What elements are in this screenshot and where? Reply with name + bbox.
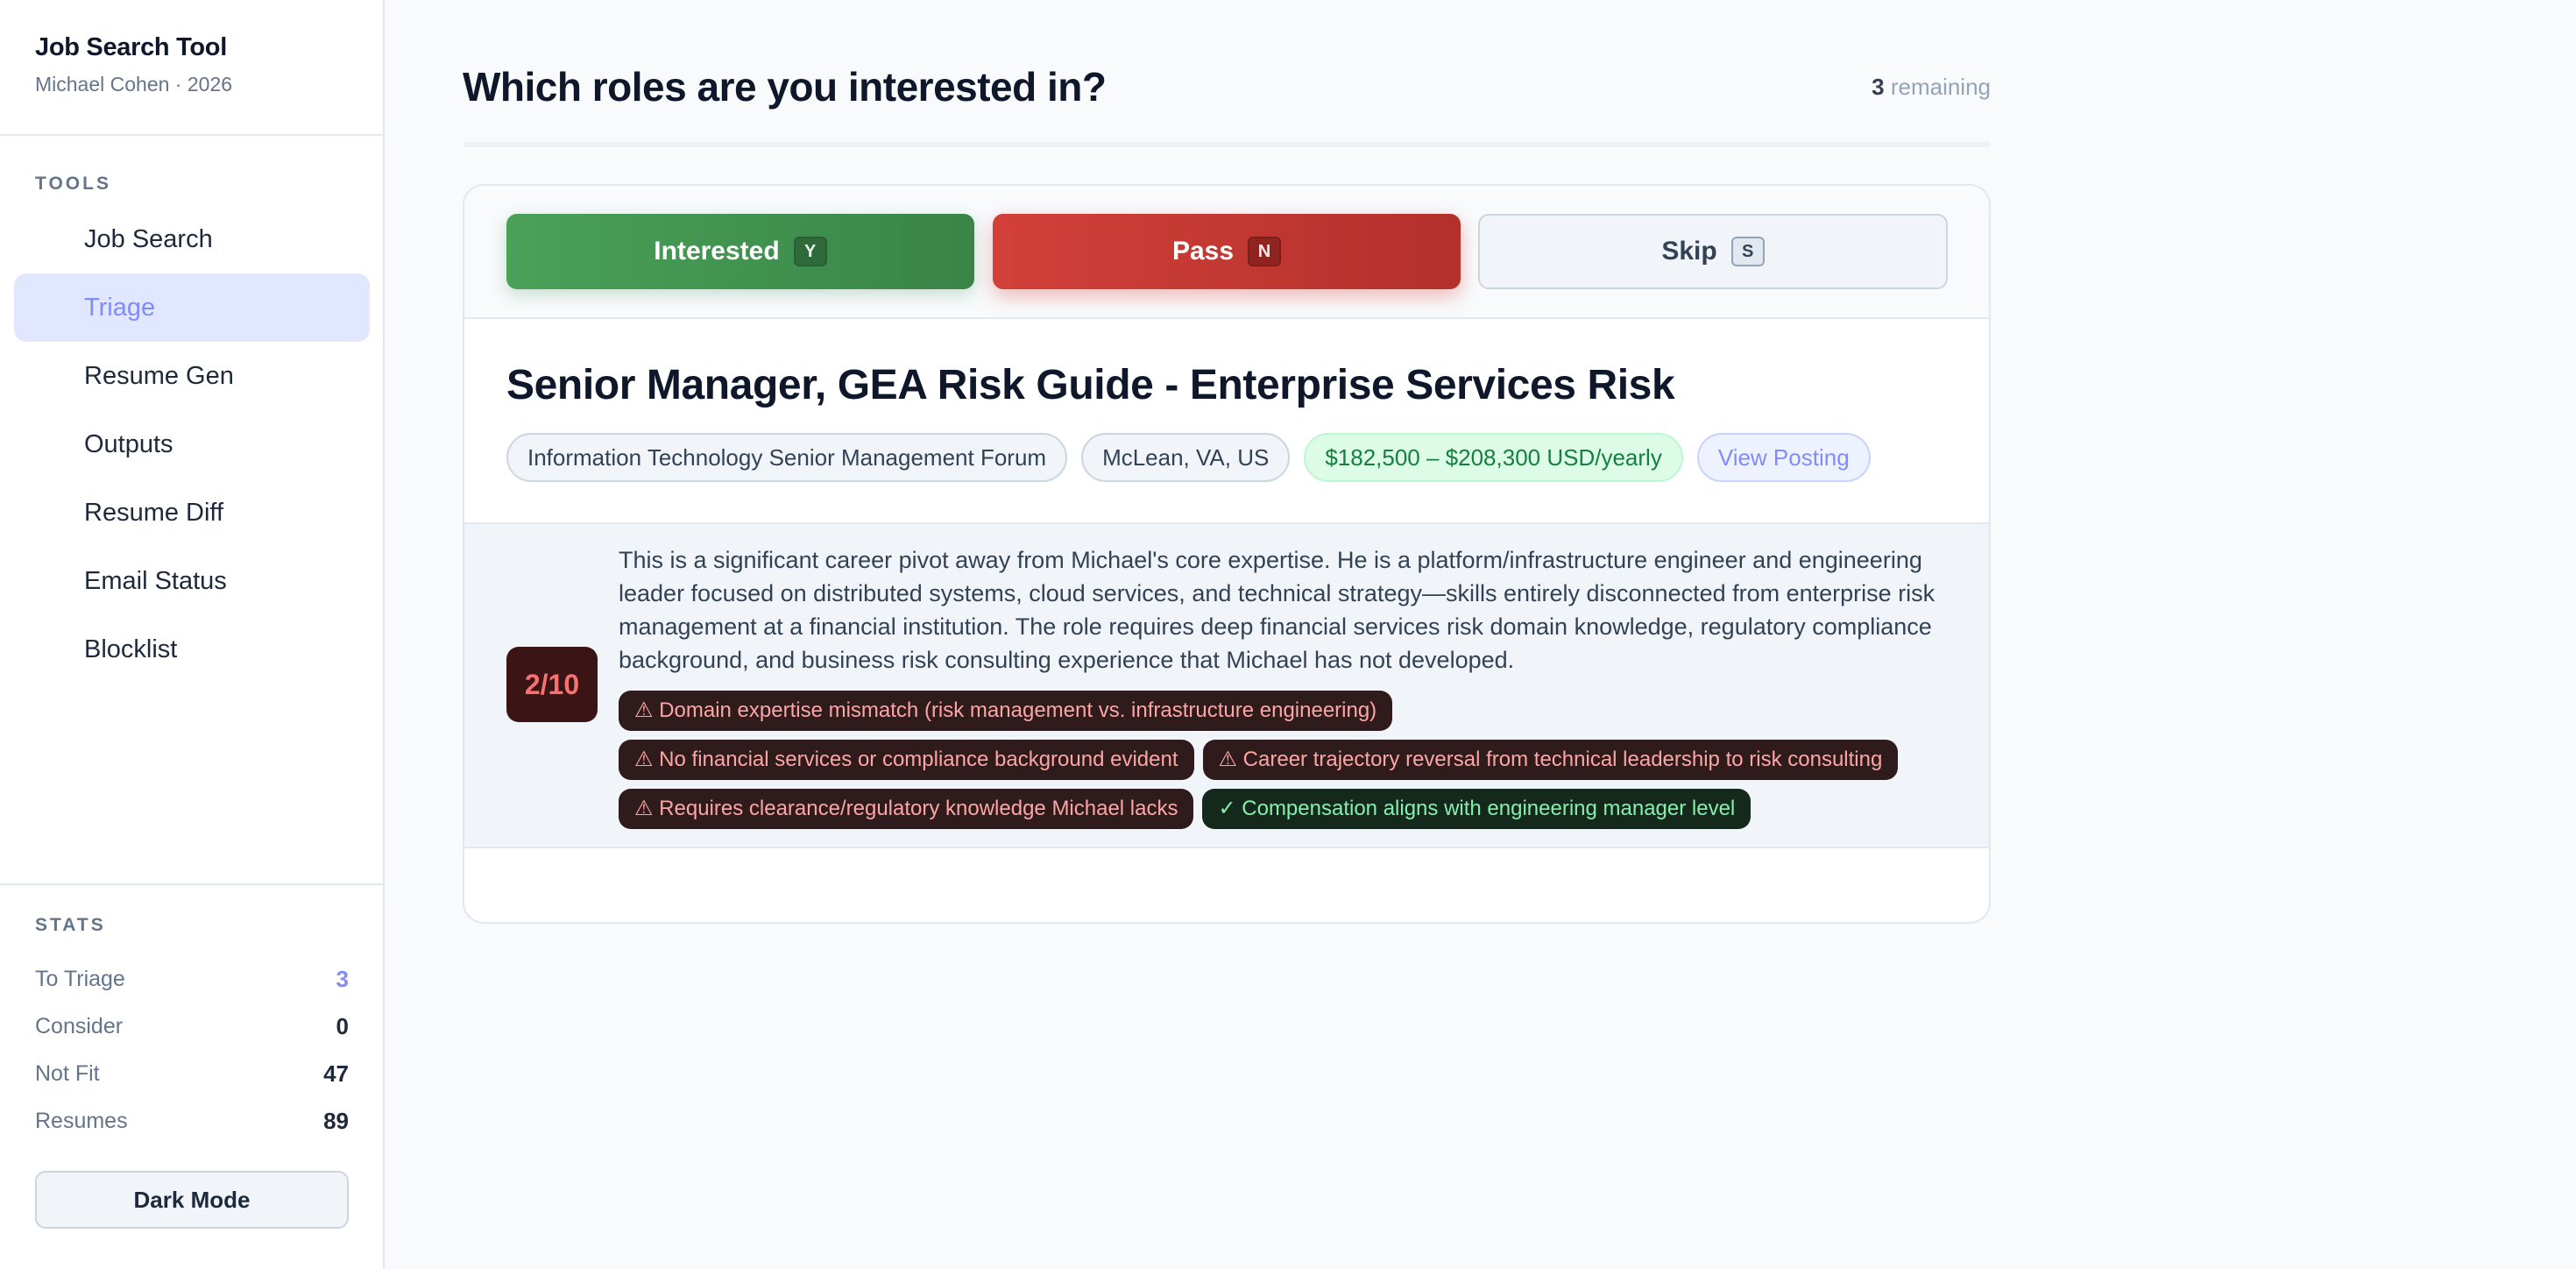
sidebar-item-email-status[interactable]: Email Status — [14, 547, 370, 615]
job-title: Senior Manager, GEA Risk Guide - Enterpr… — [506, 362, 1675, 408]
action-bar: Interested Y Pass N Skip S — [464, 186, 1989, 319]
stat-row-to-triage: To Triage 3 — [35, 955, 349, 1003]
skip-button[interactable]: Skip S — [1478, 214, 1948, 289]
sidebar-item-resume-gen[interactable]: Resume Gen — [14, 342, 370, 410]
skip-label: Skip — [1661, 237, 1717, 266]
concern-tag: ⚠ Requires clearance/regulatory knowledg… — [619, 789, 1194, 829]
fit-tags: ⚠ Domain expertise mismatch (risk manage… — [619, 691, 1968, 829]
stat-label: Resumes — [35, 1108, 128, 1133]
stat-row-consider: Consider 0 — [35, 1003, 349, 1050]
company-chip: Information Technology Senior Management… — [506, 433, 1068, 482]
skip-shortcut-key: S — [1730, 237, 1765, 266]
fit-analysis: 2/10 This is a significant career pivot … — [464, 522, 1989, 848]
interested-shortcut-key: Y — [793, 237, 827, 266]
fit-summary: This is a significant career pivot away … — [619, 547, 1936, 673]
pass-button[interactable]: Pass N — [993, 214, 1461, 289]
concern-tag: ⚠ Career trajectory reversal from techni… — [1202, 740, 1899, 780]
sidebar-item-resume-diff[interactable]: Resume Diff — [14, 479, 370, 547]
stat-label: Not Fit — [35, 1060, 100, 1086]
tools-section-label: TOOLS — [35, 174, 111, 194]
dark-mode-button[interactable]: Dark Mode — [35, 1171, 349, 1229]
job-meta-chips: Information Technology Senior Management… — [506, 433, 1871, 482]
pass-label: Pass — [1171, 237, 1235, 266]
sidebar-item-triage[interactable]: Triage — [14, 273, 370, 342]
concern-tag: ⚠ No financial services or compliance ba… — [619, 740, 1194, 780]
concern-tag: ⚠ Domain expertise mismatch (risk manage… — [619, 691, 1393, 731]
stats-section-label: STATS — [35, 915, 106, 935]
remaining-counter: 3 remaining — [1872, 74, 1991, 101]
stat-value: 3 — [336, 965, 349, 992]
stats-divider — [0, 883, 383, 885]
sidebar-item-blocklist[interactable]: Blocklist — [14, 615, 370, 684]
location-chip: McLean, VA, US — [1081, 433, 1291, 482]
stats-list: To Triage 3 Consider 0 Not Fit 47 Resume… — [35, 955, 349, 1145]
sidebar-item-job-search[interactable]: Job Search — [14, 205, 370, 273]
view-posting-link[interactable]: View Posting — [1696, 433, 1871, 482]
salary-chip: $182,500 – $208,300 USD/yearly — [1304, 433, 1683, 482]
sidebar-nav: Job Search Triage Resume Gen Outputs Res… — [14, 205, 370, 684]
app-subtitle: Michael Cohen · 2026 — [35, 73, 233, 96]
fit-score-badge: 2/10 — [506, 647, 598, 722]
stat-row-not-fit: Not Fit 47 — [35, 1050, 349, 1097]
interested-button[interactable]: Interested Y — [506, 214, 974, 289]
pass-shortcut-key: N — [1248, 237, 1282, 266]
stat-label: Consider — [35, 1013, 124, 1039]
stat-value: 0 — [336, 1012, 349, 1039]
job-card: Interested Y Pass N Skip S Senior Manage… — [463, 184, 1991, 924]
stat-row-resumes: Resumes 89 — [35, 1097, 349, 1145]
sidebar: Job Search Tool Michael Cohen · 2026 TOO… — [0, 0, 385, 1269]
job-header: Senior Manager, GEA Risk Guide - Enterpr… — [464, 319, 1989, 522]
title-divider — [463, 142, 1991, 147]
app-title: Job Search Tool — [35, 33, 227, 61]
stat-value: 47 — [323, 1060, 349, 1087]
sidebar-item-outputs[interactable]: Outputs — [14, 410, 370, 479]
remaining-count: 3 — [1872, 74, 1885, 100]
brand: Job Search Tool Michael Cohen · 2026 — [0, 0, 383, 136]
stat-value: 89 — [323, 1107, 349, 1134]
page-title: Which roles are you interested in? — [463, 64, 1107, 110]
interested-label: Interested — [654, 237, 780, 266]
strength-tag: ✓ Compensation aligns with engineering m… — [1202, 789, 1752, 829]
remaining-label: remaining — [1890, 74, 1991, 100]
stat-label: To Triage — [35, 966, 125, 991]
